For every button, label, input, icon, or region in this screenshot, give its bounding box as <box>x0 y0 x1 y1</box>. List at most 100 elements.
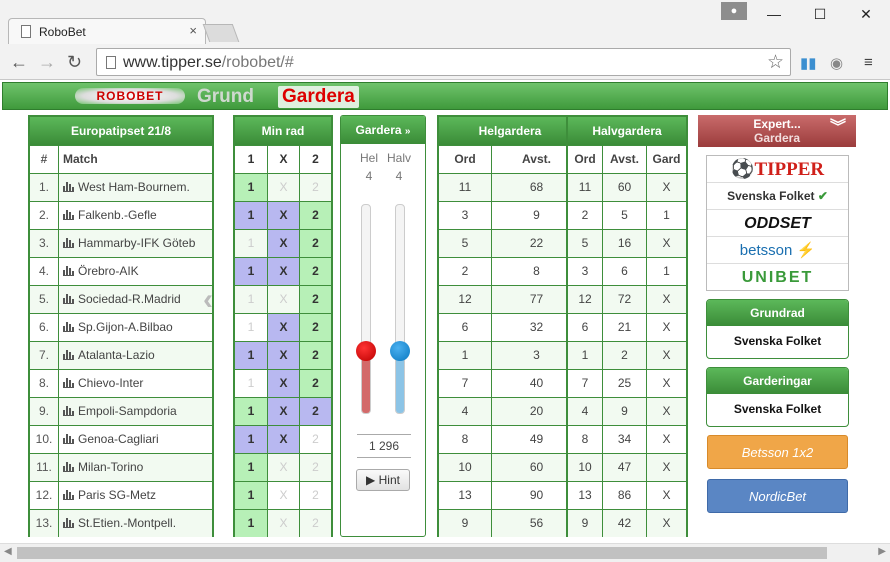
chevron-left-icon[interactable]: ‹ <box>203 283 213 317</box>
pick-cell-2[interactable]: 2 <box>299 174 331 201</box>
hint-button[interactable]: ▶ Hint <box>356 469 410 491</box>
maximize-button[interactable]: ☐ <box>808 4 832 24</box>
gard-value[interactable]: X <box>646 426 686 453</box>
pick-cell-x[interactable]: X <box>267 258 299 285</box>
pick-cell-x[interactable]: X <box>267 426 299 453</box>
pick-cell-2[interactable]: 2 <box>299 230 331 257</box>
pick-cell-2[interactable]: 2 <box>299 426 331 453</box>
pick-cell-2[interactable]: 2 <box>299 454 331 481</box>
betsson-1x2-button[interactable]: Betsson 1x2 <box>707 435 848 469</box>
hel-slider-handle[interactable] <box>356 341 376 361</box>
tab-grund[interactable]: Grund <box>197 86 254 108</box>
grundrad-box[interactable]: Grundrad Svenska Folket <box>706 299 849 359</box>
match-name[interactable]: Atalanta-Lazio <box>58 342 211 369</box>
pick-cell-x[interactable]: X <box>267 202 299 229</box>
pick-cell-2[interactable]: 2 <box>299 342 331 369</box>
stats-icon[interactable] <box>63 238 74 248</box>
pick-cell-1[interactable]: 1 <box>235 454 267 481</box>
pick-cell-2[interactable]: 2 <box>299 202 331 229</box>
stats-icon[interactable] <box>63 266 74 276</box>
reload-icon[interactable]: ↻ <box>67 53 82 71</box>
tab-gardera[interactable]: Gardera <box>278 86 359 108</box>
pick-cell-x[interactable]: X <box>267 286 299 313</box>
stats-icon[interactable] <box>63 322 74 332</box>
stats-icon[interactable] <box>63 350 74 360</box>
pick-cell-x[interactable]: X <box>267 230 299 257</box>
pick-cell-x[interactable]: X <box>267 398 299 425</box>
source-unibet[interactable]: UNIBET <box>707 264 848 291</box>
pick-cell-x[interactable]: X <box>267 510 299 537</box>
pick-cell-2[interactable]: 2 <box>299 510 331 537</box>
gard-value[interactable]: X <box>646 314 686 341</box>
pick-cell-2[interactable]: 2 <box>299 314 331 341</box>
pick-cell-2[interactable]: 2 <box>299 482 331 509</box>
match-name[interactable]: Örebro-AIK <box>58 258 211 285</box>
scrollbar-thumb[interactable] <box>17 547 827 559</box>
extension-icon[interactable]: ◉ <box>830 54 843 72</box>
bookmark-star-icon[interactable]: ☆ <box>767 51 784 74</box>
pick-cell-1[interactable]: 1 <box>235 426 267 453</box>
match-name[interactable]: Sociedad-R.Madrid <box>58 286 211 313</box>
pick-cell-1[interactable]: 1 <box>235 174 267 201</box>
scroll-left-icon[interactable]: ◀ <box>4 546 12 557</box>
stats-icon[interactable] <box>63 210 74 220</box>
match-name[interactable]: Sp.Gijon-A.Bilbao <box>58 314 211 341</box>
pick-cell-1[interactable]: 1 <box>235 202 267 229</box>
minimize-button[interactable]: — <box>762 4 786 24</box>
gard-value[interactable]: 1 <box>646 202 686 229</box>
pick-cell-2[interactable]: 2 <box>299 398 331 425</box>
source-tipper[interactable]: ⚽TIPPER <box>707 156 848 183</box>
match-name[interactable]: Paris SG-Metz <box>58 482 211 509</box>
hel-slider[interactable] <box>356 204 376 414</box>
scroll-right-icon[interactable]: ▶ <box>878 546 886 557</box>
match-name[interactable]: Chievo-Inter <box>58 370 211 397</box>
match-name[interactable]: Hammarby-IFK Göteb <box>58 230 211 257</box>
gard-value[interactable]: X <box>646 398 686 425</box>
chart-extension-icon[interactable]: ▮▮ <box>800 54 817 72</box>
gard-value[interactable]: X <box>646 230 686 257</box>
pick-cell-x[interactable]: X <box>267 342 299 369</box>
user-icon[interactable]: ● <box>721 2 747 20</box>
stats-icon[interactable] <box>63 182 74 192</box>
gard-value[interactable]: X <box>646 342 686 369</box>
gard-value[interactable]: X <box>646 370 686 397</box>
source-betsson[interactable]: betsson ⚡ <box>707 237 848 264</box>
stats-icon[interactable] <box>63 406 74 416</box>
chevron-down-icon[interactable]: » <box>405 126 411 137</box>
tab-close-icon[interactable]: × <box>189 23 197 38</box>
pick-cell-x[interactable]: X <box>267 482 299 509</box>
pick-cell-2[interactable]: 2 <box>299 258 331 285</box>
pick-cell-1[interactable]: 1 <box>235 230 267 257</box>
pick-cell-1[interactable]: 1 <box>235 258 267 285</box>
stats-icon[interactable] <box>63 490 74 500</box>
garderingar-box[interactable]: Garderingar Svenska Folket <box>706 367 849 427</box>
browser-tab[interactable]: RoboBet × <box>8 18 206 44</box>
pick-cell-1[interactable]: 1 <box>235 370 267 397</box>
match-name[interactable]: Falkenb.-Gefle <box>58 202 211 229</box>
stats-icon[interactable] <box>63 462 74 472</box>
gard-value[interactable]: X <box>646 286 686 313</box>
match-name[interactable]: Empoli-Sampdoria <box>58 398 211 425</box>
pick-cell-1[interactable]: 1 <box>235 510 267 537</box>
stats-icon[interactable] <box>63 294 74 304</box>
expert-gardera-dropdown[interactable]: Expert... Gardera ︾ <box>698 115 856 147</box>
gard-value[interactable]: X <box>646 482 686 509</box>
forward-icon[interactable]: → <box>38 53 56 71</box>
gard-value[interactable]: X <box>646 510 686 537</box>
halv-slider[interactable] <box>390 204 410 414</box>
gard-value[interactable]: 1 <box>646 258 686 285</box>
pick-cell-2[interactable]: 2 <box>299 286 331 313</box>
source-oddset[interactable]: ODDSET <box>707 210 848 237</box>
gard-value[interactable]: X <box>646 174 686 201</box>
match-name[interactable]: Genoa-Cagliari <box>58 426 211 453</box>
horizontal-scrollbar[interactable]: ◀ ▶ <box>0 543 890 562</box>
pick-cell-1[interactable]: 1 <box>235 342 267 369</box>
menu-icon[interactable]: ≡ <box>864 54 873 71</box>
pick-cell-x[interactable]: X <box>267 314 299 341</box>
pick-cell-1[interactable]: 1 <box>235 482 267 509</box>
match-name[interactable]: St.Etien.-Montpell. <box>58 510 211 537</box>
match-name[interactable]: West Ham-Bournem. <box>58 174 211 201</box>
source-svenska-folket[interactable]: Svenska Folket ✔ <box>707 183 848 210</box>
back-icon[interactable]: ← <box>10 53 28 71</box>
close-window-button[interactable]: ✕ <box>854 4 878 24</box>
